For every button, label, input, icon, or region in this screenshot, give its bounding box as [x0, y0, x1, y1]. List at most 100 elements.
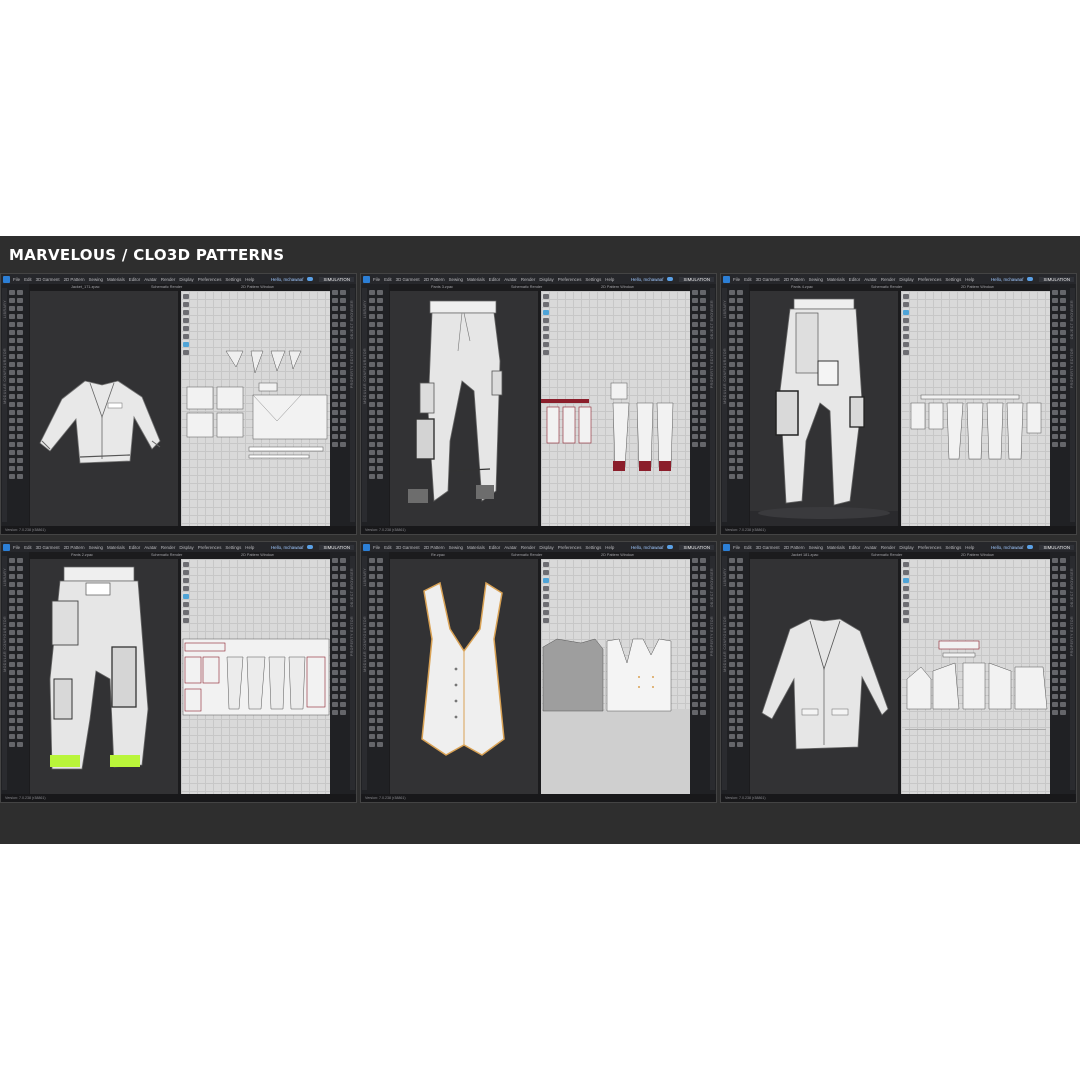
- tool-icons[interactable]: [9, 558, 27, 750]
- property-editor-tab[interactable]: PROPERTY EDITOR: [350, 616, 354, 656]
- object-browser-tab[interactable]: OBJECT BROWSER: [350, 300, 354, 339]
- library-tab[interactable]: LIBRARY: [363, 568, 367, 586]
- cloud-icon[interactable]: [1027, 277, 1034, 281]
- menu-item[interactable]: Help: [965, 277, 974, 282]
- menu-item[interactable]: Help: [605, 545, 614, 550]
- menu-item[interactable]: Settings: [945, 277, 961, 282]
- property-editor-tab[interactable]: PROPERTY EDITOR: [1070, 616, 1074, 656]
- menu-item[interactable]: Editor: [489, 545, 500, 550]
- app-logo-icon[interactable]: [363, 275, 370, 283]
- menu-item[interactable]: Settings: [585, 277, 601, 282]
- left-side-tabs[interactable]: LIBRARY MODULAR CONFIGURATOR: [722, 556, 727, 790]
- user-greeting[interactable]: Hello, mchawaaf: [991, 277, 1023, 282]
- menu-item[interactable]: Avatar: [144, 545, 157, 550]
- 3d-garment-view[interactable]: [30, 559, 178, 794]
- tool-icons[interactable]: [369, 558, 387, 750]
- menu-item[interactable]: Avatar: [864, 277, 877, 282]
- modular-configurator-tab[interactable]: MODULAR CONFIGURATOR: [3, 616, 7, 672]
- menu-item[interactable]: Display: [179, 545, 193, 550]
- user-greeting[interactable]: Hello, mchawaaf: [631, 545, 663, 550]
- menu-item[interactable]: Render: [881, 545, 895, 550]
- app-logo-icon[interactable]: [3, 543, 10, 551]
- simulation-button[interactable]: SIMULATION: [1039, 276, 1074, 282]
- property-editor-tab[interactable]: PROPERTY EDITOR: [710, 616, 714, 656]
- tool-icons[interactable]: [729, 558, 747, 750]
- menu-item[interactable]: Edit: [744, 545, 752, 550]
- menu-item[interactable]: Preferences: [198, 545, 222, 550]
- modular-configurator-tab[interactable]: MODULAR CONFIGURATOR: [363, 616, 367, 672]
- right-tool-icons[interactable]: [332, 290, 350, 450]
- menu-item[interactable]: Editor: [489, 277, 500, 282]
- menu-item[interactable]: Avatar: [504, 277, 517, 282]
- menu-item[interactable]: Materials: [827, 277, 845, 282]
- menu-item[interactable]: Edit: [744, 277, 752, 282]
- menu-item[interactable]: Display: [539, 545, 553, 550]
- menu-item[interactable]: Render: [521, 277, 535, 282]
- library-tab[interactable]: LIBRARY: [3, 568, 7, 586]
- object-browser-tab[interactable]: OBJECT BROWSER: [350, 568, 354, 607]
- 2d-pattern-view[interactable]: [181, 291, 330, 526]
- right-tool-icons[interactable]: [1052, 290, 1070, 450]
- user-greeting[interactable]: Hello, mchawaaf: [631, 277, 663, 282]
- menu-item[interactable]: File: [733, 545, 740, 550]
- menu-item[interactable]: 3D Garment: [36, 277, 60, 282]
- right-side-tabs[interactable]: OBJECT BROWSER PROPERTY EDITOR: [1070, 288, 1075, 522]
- user-greeting[interactable]: Hello, mchawaaf: [271, 545, 303, 550]
- menu-item[interactable]: Avatar: [504, 545, 517, 550]
- menu-item[interactable]: Settings: [585, 545, 601, 550]
- modular-configurator-tab[interactable]: MODULAR CONFIGURATOR: [723, 348, 727, 404]
- modular-configurator-tab[interactable]: MODULAR CONFIGURATOR: [723, 616, 727, 672]
- right-side-tabs[interactable]: OBJECT BROWSER PROPERTY EDITOR: [710, 288, 715, 522]
- menu-item[interactable]: Sewing: [449, 545, 463, 550]
- menu-item[interactable]: 2D Pattern: [424, 277, 445, 282]
- property-editor-tab[interactable]: PROPERTY EDITOR: [1070, 348, 1074, 388]
- menu-item[interactable]: Settings: [945, 545, 961, 550]
- menu-item[interactable]: Edit: [24, 277, 32, 282]
- 3d-garment-view[interactable]: [390, 291, 538, 526]
- menu-item[interactable]: File: [13, 277, 20, 282]
- menu-item[interactable]: Editor: [129, 545, 140, 550]
- object-browser-tab[interactable]: OBJECT BROWSER: [1070, 300, 1074, 339]
- app-logo-icon[interactable]: [723, 275, 730, 283]
- library-tab[interactable]: LIBRARY: [3, 300, 7, 318]
- app-logo-icon[interactable]: [363, 543, 370, 551]
- cloud-icon[interactable]: [667, 545, 674, 549]
- library-tab[interactable]: LIBRARY: [723, 300, 727, 318]
- menu-item[interactable]: Display: [179, 277, 193, 282]
- menu-item[interactable]: Materials: [827, 545, 845, 550]
- menu-item[interactable]: Avatar: [144, 277, 157, 282]
- right-side-tabs[interactable]: OBJECT BROWSER PROPERTY EDITOR: [710, 556, 715, 790]
- menu-item[interactable]: 2D Pattern: [64, 277, 85, 282]
- right-tool-icons[interactable]: [332, 558, 350, 718]
- 2d-pattern-view[interactable]: [181, 559, 330, 794]
- 2d-pattern-view[interactable]: [901, 559, 1050, 794]
- right-tool-icons[interactable]: [692, 290, 710, 450]
- 2d-pattern-view[interactable]: [541, 291, 690, 526]
- menu-item[interactable]: 2D Pattern: [784, 545, 805, 550]
- menu-item[interactable]: Settings: [225, 277, 241, 282]
- menu-item[interactable]: Display: [899, 545, 913, 550]
- left-side-tabs[interactable]: LIBRARY MODULAR CONFIGURATOR: [362, 288, 367, 522]
- simulation-button[interactable]: SIMULATION: [319, 544, 354, 550]
- app-logo-icon[interactable]: [723, 543, 730, 551]
- user-greeting[interactable]: Hello, mchawaaf: [271, 277, 303, 282]
- menu-item[interactable]: 3D Garment: [396, 277, 420, 282]
- user-greeting[interactable]: Hello, mchawaaf: [991, 545, 1023, 550]
- menu-item[interactable]: 2D Pattern: [424, 545, 445, 550]
- 3d-garment-view[interactable]: [750, 559, 898, 794]
- right-side-tabs[interactable]: OBJECT BROWSER PROPERTY EDITOR: [350, 556, 355, 790]
- simulation-button[interactable]: SIMULATION: [679, 276, 714, 282]
- simulation-button[interactable]: SIMULATION: [319, 276, 354, 282]
- menu-item[interactable]: 2D Pattern: [64, 545, 85, 550]
- menu-item[interactable]: Edit: [384, 545, 392, 550]
- menu-item[interactable]: Editor: [129, 277, 140, 282]
- menu-item[interactable]: Materials: [107, 545, 125, 550]
- menu-item[interactable]: Materials: [467, 277, 485, 282]
- menu-item[interactable]: Sewing: [809, 545, 823, 550]
- cloud-icon[interactable]: [307, 277, 314, 281]
- menu-item[interactable]: Preferences: [918, 277, 942, 282]
- menu-item[interactable]: Preferences: [198, 277, 222, 282]
- tool-icons[interactable]: [9, 290, 27, 482]
- menu-item[interactable]: Display: [899, 277, 913, 282]
- simulation-button[interactable]: SIMULATION: [679, 544, 714, 550]
